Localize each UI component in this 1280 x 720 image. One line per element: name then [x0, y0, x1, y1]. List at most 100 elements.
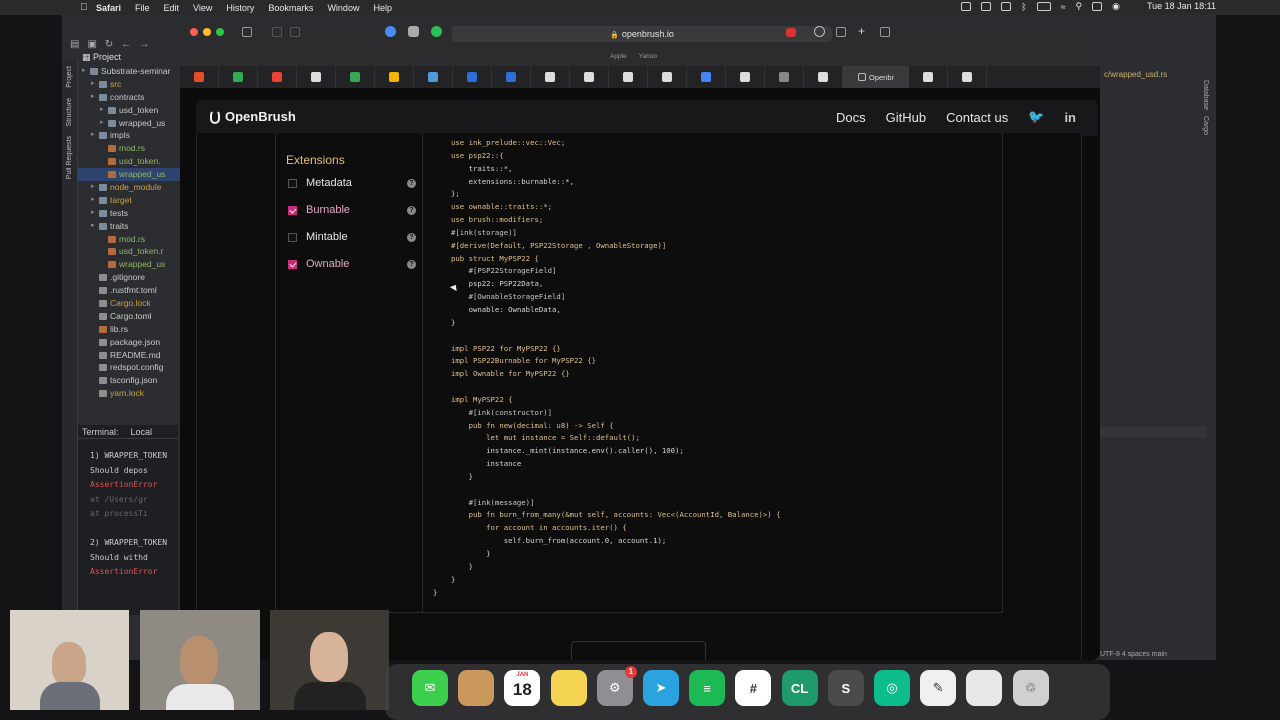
openbrush-logo[interactable]: OpenBrush	[210, 109, 296, 124]
menu-edit[interactable]: Edit	[164, 3, 180, 13]
project-tree-item[interactable]: yarn.lock	[78, 387, 180, 400]
browser-tab[interactable]	[414, 66, 453, 88]
code-preview[interactable]: use ink_prelude::vec::Vec; use psp22::{ t…	[433, 137, 780, 599]
project-tree-item[interactable]: lib.rs	[78, 323, 180, 336]
project-panel-title[interactable]: ▦ Project	[78, 50, 180, 65]
help-icon[interactable]: ?	[407, 178, 416, 188]
browser-tab[interactable]	[219, 66, 258, 88]
dock-notes-icon[interactable]	[550, 670, 587, 706]
project-tree-item[interactable]: ▸ usd_token	[78, 104, 180, 117]
address-bar[interactable]: 🔒 openbrush.io	[452, 26, 832, 42]
dock-trash-icon[interactable]: ♲	[1012, 670, 1049, 706]
extension-checkbox[interactable]	[288, 205, 297, 215]
forward-icon[interactable]: →	[139, 39, 149, 50]
project-tree-item[interactable]: usd_token.	[78, 155, 180, 168]
nav-contact-link[interactable]: Contact us	[946, 110, 1008, 125]
help-icon[interactable]: ?	[407, 232, 416, 242]
browser-tab[interactable]	[765, 66, 804, 88]
project-tree-item[interactable]: usd_token.r	[78, 245, 180, 258]
project-tree-item[interactable]: ▸ contracts	[78, 91, 180, 104]
doc-icon[interactable]	[981, 2, 992, 11]
extension-icon[interactable]	[385, 26, 396, 37]
extension-option-burnable[interactable]: Burnable?	[288, 202, 416, 218]
save-icon[interactable]: ▣	[87, 39, 96, 50]
extension-checkbox[interactable]	[288, 178, 297, 188]
folder-icon[interactable]: ▤	[70, 39, 79, 50]
browser-tab[interactable]	[492, 66, 531, 88]
chevron-right-icon[interactable]: ▸	[100, 117, 108, 130]
menu-clock[interactable]: Tue 18 Jan 18:11	[1147, 1, 1216, 11]
dock-calendar-icon[interactable]: JAN 18	[504, 670, 541, 706]
menu-history[interactable]: History	[226, 3, 254, 13]
browser-tab[interactable]	[375, 66, 414, 88]
browser-tab[interactable]	[726, 66, 765, 88]
project-tree-item[interactable]: wrapped_us	[78, 168, 180, 182]
dock-spotify-icon[interactable]: ≡	[689, 670, 726, 706]
download-button[interactable]	[571, 641, 706, 660]
menu-view[interactable]: View	[193, 3, 212, 13]
project-tree-item[interactable]: Cargo.lock	[78, 297, 180, 310]
reload-icon[interactable]	[814, 26, 825, 37]
dock-clion-icon[interactable]: CL	[781, 670, 818, 706]
browser-tab[interactable]	[804, 66, 843, 88]
terminal-tab-local[interactable]: Local	[131, 427, 153, 437]
record-icon[interactable]	[786, 28, 796, 37]
project-tree-item[interactable]: package.json	[78, 336, 180, 349]
project-tree-item[interactable]: ▸ impls	[78, 129, 180, 142]
project-tree-item[interactable]: mod.rs	[78, 233, 180, 246]
project-tree-item[interactable]: Cargo.toml	[78, 310, 180, 323]
siri-icon[interactable]: ◉	[1112, 1, 1120, 12]
favorite-apple[interactable]: Apple	[610, 53, 627, 60]
dock-slack-icon[interactable]: #	[735, 670, 772, 706]
search-icon[interactable]: ⚲	[1076, 1, 1083, 12]
nav-github-link[interactable]: GitHub	[886, 110, 926, 125]
dock-messages-icon[interactable]: ✉	[412, 670, 448, 706]
linkedin-icon[interactable]: in	[1064, 110, 1076, 125]
browser-tab[interactable]	[948, 66, 987, 88]
chevron-right-icon[interactable]: ▸	[91, 207, 99, 220]
menu-window[interactable]: Window	[327, 3, 359, 13]
screen-icon[interactable]	[961, 2, 972, 11]
zoom-window-button[interactable]	[216, 28, 224, 36]
browser-tab[interactable]	[648, 66, 687, 88]
browser-tab[interactable]	[609, 66, 648, 88]
extension-option-mintable[interactable]: Mintable?	[288, 229, 416, 245]
dock-element-icon[interactable]: ◎	[874, 670, 910, 706]
project-tree-item[interactable]: wrapped_us	[78, 258, 180, 271]
chevron-right-icon[interactable]: ▸	[91, 194, 99, 207]
forward-icon[interactable]	[290, 27, 300, 37]
project-tree-item[interactable]: ▸ traits	[78, 220, 180, 233]
a-icon[interactable]	[1001, 2, 1012, 11]
structure-tool-tab[interactable]: Structure	[66, 98, 73, 126]
dock-textedit-icon[interactable]: ✎	[920, 670, 957, 706]
minimize-window-button[interactable]	[203, 28, 211, 36]
project-tree-item[interactable]: ▸ node_module	[78, 181, 180, 194]
sidebar-icon[interactable]	[242, 27, 252, 37]
wifi-icon[interactable]: ≈	[1061, 2, 1066, 12]
project-tree-item[interactable]: mod.rs	[78, 142, 180, 155]
chevron-right-icon[interactable]: ▸	[91, 220, 99, 233]
help-icon[interactable]: ?	[407, 259, 416, 269]
browser-tab[interactable]	[453, 66, 492, 88]
nav-docs-link[interactable]: Docs	[836, 110, 866, 125]
pull-requests-tool-tab[interactable]: Pull Requests	[66, 136, 73, 179]
browser-tab[interactable]	[687, 66, 726, 88]
chevron-right-icon[interactable]: ▸	[82, 65, 90, 78]
project-tree-item[interactable]: ▸ wrapped_us	[78, 117, 180, 130]
extension-checkbox[interactable]	[288, 259, 297, 269]
bluetooth-icon[interactable]: ᛒ	[1021, 2, 1026, 12]
back-icon[interactable]: ←	[121, 39, 131, 50]
browser-tab[interactable]	[297, 66, 336, 88]
menu-bookmarks[interactable]: Bookmarks	[268, 3, 313, 13]
control-center-icon[interactable]	[1092, 2, 1103, 11]
close-window-button[interactable]	[190, 28, 198, 36]
project-tree-item[interactable]: ▸ src	[78, 78, 180, 91]
back-icon[interactable]	[272, 27, 282, 37]
project-tree-item[interactable]: redspot.config	[78, 361, 180, 374]
project-tree-item[interactable]: .gitignore	[78, 271, 180, 284]
dock-system-settings-icon[interactable]: ⚙ 1	[596, 666, 637, 706]
project-tree-item[interactable]: ▸ tests	[78, 207, 180, 220]
active-tab[interactable]: Openbr	[843, 66, 909, 88]
editor-tab[interactable]: c/wrapped_usd.rs	[1104, 70, 1167, 79]
chevron-right-icon[interactable]: ▸	[100, 104, 108, 117]
